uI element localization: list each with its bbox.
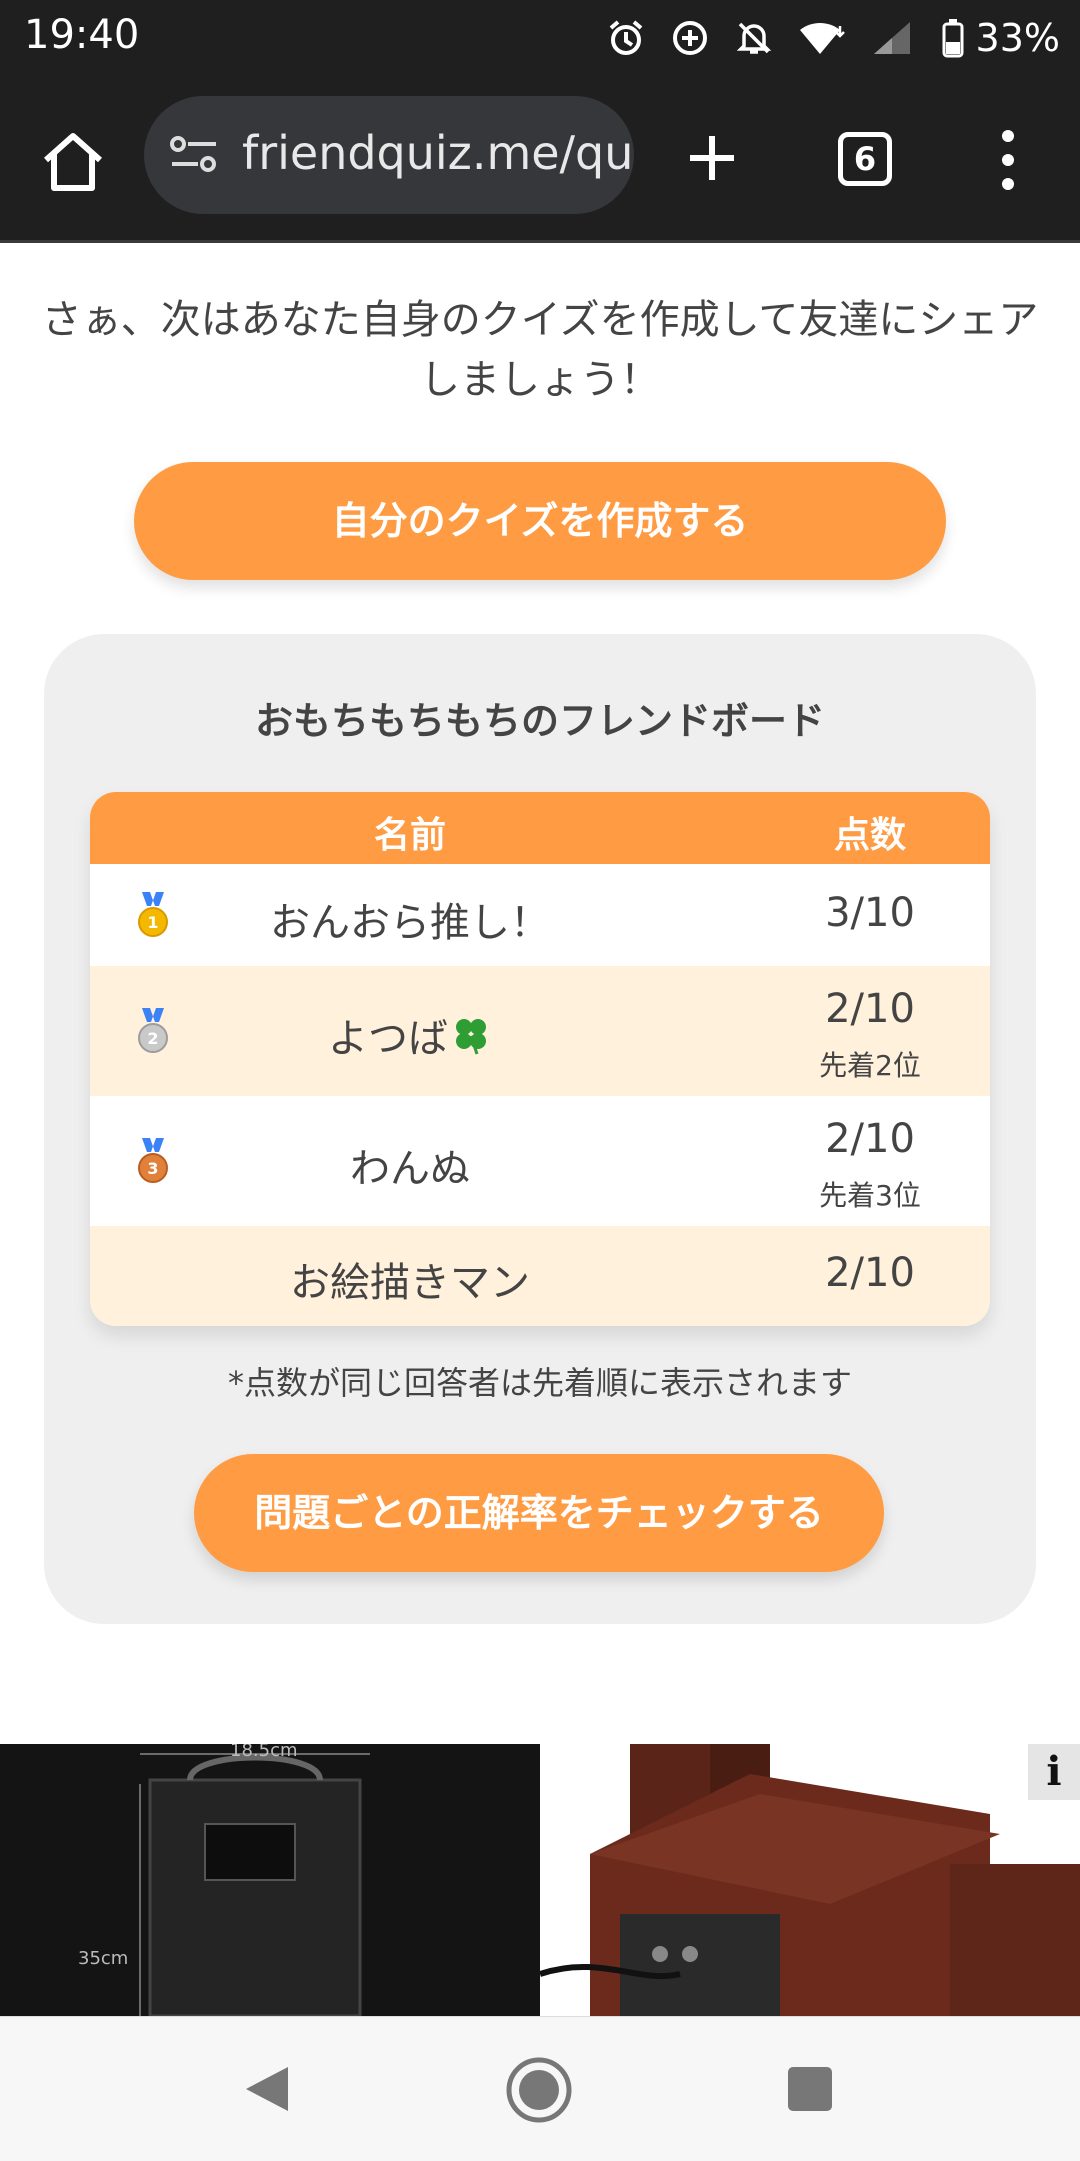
status-icons: 33% — [606, 10, 1060, 66]
silver-medal-icon: 2 — [136, 1008, 170, 1060]
wifi-icon — [798, 18, 846, 58]
speaker-dimensions-image — [139, 1753, 370, 2016]
friend-board: おもちもちもちのフレンドボード 名前 点数 1 おんおら推し！ 3/10 2 よ… — [44, 634, 1036, 1624]
status-bar: 19:40 33% — [0, 0, 1080, 76]
player-name: よつば — [328, 1016, 448, 1062]
intro-line-1: さぁ、次はあなた自身のクイズを作成して友達にシェア — [41, 297, 1039, 343]
more-vert-icon — [1002, 130, 1014, 190]
battery-icon — [942, 18, 964, 58]
battery-percent: 33% — [975, 16, 1060, 60]
check-accuracy-button[interactable]: 問題ごとの正解率をチェックする — [194, 1454, 884, 1572]
address-bar[interactable]: friendquiz.me/qui — [144, 96, 634, 214]
ad-image-speaker-dimensions[interactable]: 18.5cm 35cm — [0, 1744, 540, 2016]
plus-icon — [690, 136, 734, 180]
player-score: 3/10 — [825, 890, 915, 936]
system-nav-bar — [0, 2016, 1080, 2161]
four-leaf-clover-icon — [450, 1015, 492, 1067]
intro-line-2: しましょう！ — [420, 357, 660, 403]
back-icon[interactable] — [242, 2063, 292, 2119]
ad-image-wooden-speakers[interactable]: i — [539, 1744, 1080, 2016]
data-saver-icon — [670, 18, 710, 58]
height-dimension-label: 35cm — [78, 1948, 129, 1969]
svg-text:1: 1 — [147, 913, 158, 932]
svg-text:3: 3 — [147, 1159, 158, 1178]
gold-medal-icon: 1 — [136, 892, 170, 944]
url-text[interactable]: friendquiz.me/qui — [242, 126, 634, 180]
intro-text: さぁ、次はあなた自身のクイズを作成して友達にシェア しましょう！ — [40, 290, 1040, 410]
header-score: 点数 — [833, 815, 906, 856]
player-score: 2/10 — [825, 986, 915, 1032]
table-row: 1 おんおら推し！ 3/10 — [90, 864, 990, 966]
more-options-button[interactable] — [996, 128, 1020, 192]
player-score: 2/10 — [825, 1250, 915, 1296]
cellular-signal-icon — [870, 18, 918, 58]
arrival-order: 先着2位 — [819, 1049, 921, 1082]
player-name: おんおら推し！ — [270, 900, 550, 946]
site-settings-icon[interactable] — [168, 134, 220, 180]
home-nav-icon[interactable] — [506, 2057, 572, 2127]
table-row: お絵描きマン 2/10 — [90, 1226, 990, 1326]
tab-switcher-button[interactable]: 6 — [838, 132, 892, 186]
ad-info-button[interactable]: i — [1028, 1744, 1080, 1800]
browser-toolbar: friendquiz.me/qui 6 — [0, 76, 1080, 243]
ad-banner[interactable]: 18.5cm 35cm i — [0, 1744, 1080, 2016]
home-icon — [44, 133, 102, 191]
alarm-icon — [606, 18, 646, 58]
bronze-medal-icon: 3 — [136, 1138, 170, 1190]
notifications-off-icon — [734, 18, 774, 58]
table-row: 2 よつば 2/10 先着2位 — [90, 966, 990, 1096]
home-button[interactable] — [38, 128, 108, 194]
tie-note: *点数が同じ回答者は先着順に表示されます — [227, 1364, 852, 1402]
new-tab-button[interactable] — [686, 132, 738, 184]
status-time: 19:40 — [24, 12, 140, 58]
player-name-wrap: よつば — [240, 1006, 580, 1067]
table-row: 3 わんぬ 2/10 先着3位 — [90, 1096, 990, 1226]
player-name: お絵描きマン — [290, 1260, 530, 1306]
player-name: わんぬ — [350, 1146, 470, 1192]
recent-apps-icon[interactable] — [788, 2067, 832, 2111]
arrival-order: 先着3位 — [819, 1179, 921, 1212]
create-quiz-button[interactable]: 自分のクイズを作成する — [134, 462, 946, 580]
leaderboard-table: 名前 点数 1 おんおら推し！ 3/10 2 よつば 2/10 先着2位 3 わ… — [90, 792, 990, 1326]
board-title: おもちもちもちのフレンドボード — [254, 699, 825, 743]
player-score: 2/10 — [825, 1116, 915, 1162]
svg-text:2: 2 — [147, 1029, 158, 1048]
wooden-speakers-image — [539, 1744, 1080, 2016]
width-dimension-label: 18.5cm — [230, 1744, 298, 1761]
header-name: 名前 — [373, 815, 446, 856]
table-header: 名前 点数 — [90, 792, 990, 864]
